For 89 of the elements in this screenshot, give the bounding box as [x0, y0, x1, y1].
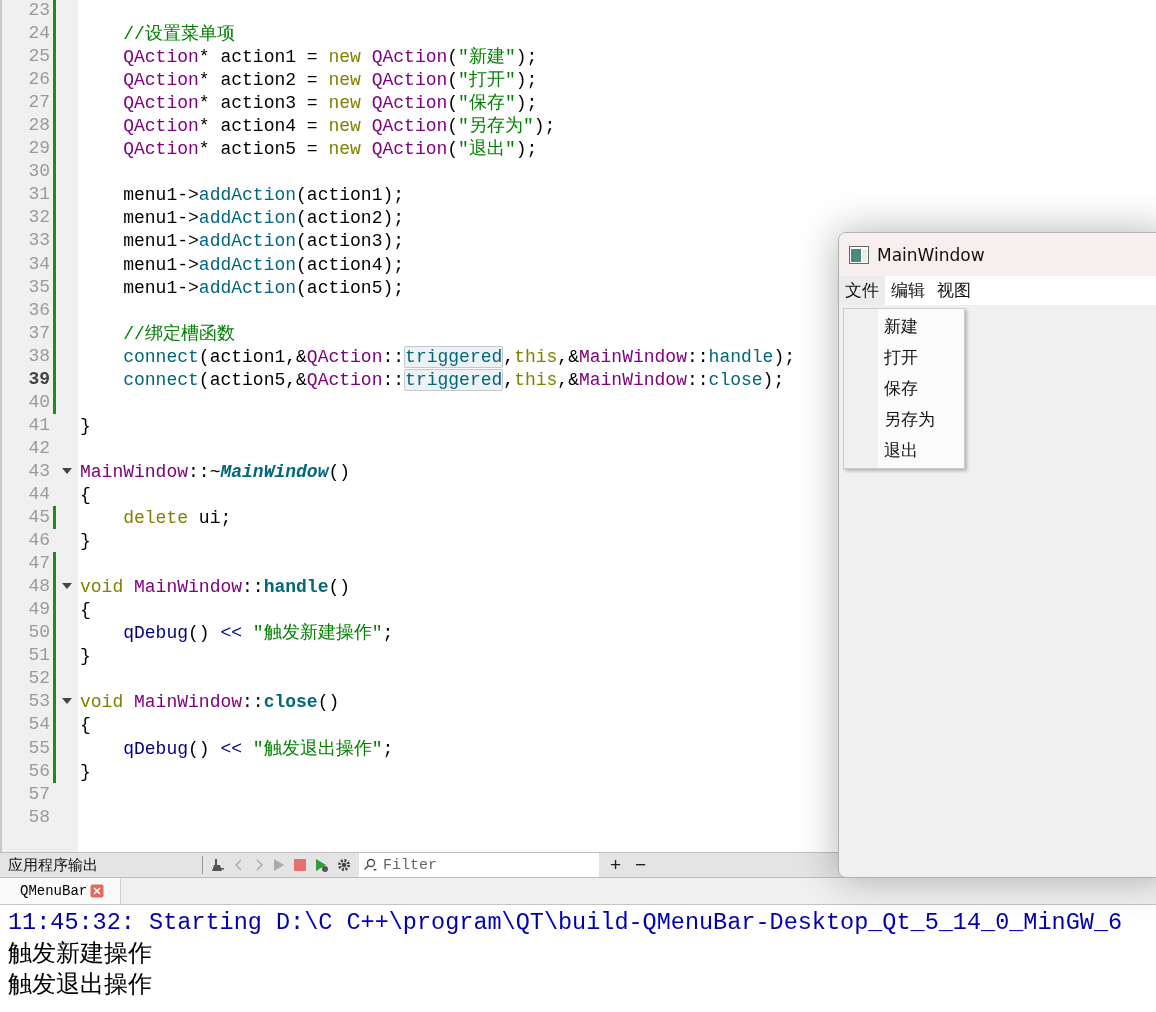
line-number: 34: [27, 252, 50, 276]
settings-icon[interactable]: [337, 858, 351, 872]
menu-bar-item[interactable]: 文件: [839, 276, 885, 305]
code-line: menu1->addAction(action5);: [122, 277, 405, 298]
line-number: 54: [27, 713, 50, 737]
remove-button[interactable]: −: [632, 854, 650, 876]
code-line: connect(action5,&QAction::triggered,this,&MainWindow::close);: [122, 368, 785, 391]
code-line: }: [80, 761, 91, 782]
line-number: 38: [27, 344, 50, 368]
line-number: 48: [27, 575, 50, 599]
code-line: QAction* action5 = new QAction("退出");: [122, 139, 538, 160]
line-number: 49: [27, 598, 50, 622]
line-number: 33: [27, 229, 50, 253]
line-number: 46: [27, 529, 50, 553]
line-number: 43: [27, 459, 50, 483]
output-line: 触发退出操作: [8, 969, 153, 1000]
code-line: QAction* action2 = new QAction("打开");: [122, 70, 538, 91]
window-icon: [849, 245, 869, 264]
add-button[interactable]: +: [607, 854, 625, 876]
line-number: 27: [27, 91, 50, 115]
code-line: {: [80, 600, 91, 621]
line-number: 52: [27, 667, 50, 691]
code-line: qDebug() << "触发退出操作";: [122, 738, 394, 759]
line-number: 25: [27, 45, 50, 69]
line-number: 37: [27, 321, 50, 345]
code-line: void MainWindow::handle(): [80, 577, 351, 598]
line-number: 53: [27, 690, 50, 714]
code-line: qDebug() << "触发新建操作";: [122, 623, 394, 644]
line-number: 31: [27, 183, 50, 207]
code-line: //绑定槽函数: [122, 323, 235, 344]
line-number: 32: [27, 206, 50, 230]
code-line: }: [80, 531, 91, 552]
output-line: 触发新建操作: [8, 938, 153, 969]
code-line: menu1->addAction(action4);: [122, 254, 405, 275]
line-number: 23: [27, 0, 50, 22]
output-line: 11:45:32: Starting D:\C C++\program\QT\build-QMenuBar-Desktop_Qt_5_14_0_MinGW_6: [8, 908, 1124, 938]
code-line: QAction* action3 = new QAction("保存");: [122, 93, 538, 114]
line-number: 42: [27, 436, 50, 460]
code-line: void MainWindow::close(): [80, 692, 340, 713]
menu-item[interactable]: 新建: [844, 311, 964, 342]
window-title: MainWindow: [877, 244, 985, 265]
broom-icon[interactable]: [211, 858, 225, 872]
line-number: 41: [27, 413, 50, 437]
line-number: 47: [27, 552, 50, 576]
line-number: 58: [27, 805, 50, 829]
line-number: 40: [27, 390, 50, 414]
fold-arrow-icon[interactable]: [62, 698, 72, 706]
line-number: 56: [27, 759, 50, 783]
code-line: //设置菜单项: [122, 24, 235, 45]
pane-title: 应用程序输出: [7, 855, 99, 875]
menu-item[interactable]: 另存为: [844, 404, 964, 435]
code-line: delete ui;: [122, 508, 232, 529]
line-number: 50: [27, 621, 50, 645]
code-line: QAction* action4 = new QAction("另存为");: [122, 116, 556, 137]
line-number: 35: [27, 275, 50, 299]
filter-field[interactable]: Filter: [359, 853, 599, 877]
line-number: 51: [27, 644, 50, 668]
line-number: 39: [27, 367, 50, 391]
code-line: menu1->addAction(action2);: [122, 208, 405, 229]
line-number: 24: [27, 22, 50, 46]
line-number: 29: [27, 137, 50, 161]
line-number: 45: [27, 506, 50, 530]
code-line: menu1->addAction(action1);: [122, 185, 405, 206]
menu-item[interactable]: 退出: [844, 435, 964, 466]
line-number: 44: [27, 483, 50, 506]
code-line: MainWindow::~MainWindow(): [80, 461, 351, 482]
code-line: }: [80, 415, 91, 436]
code-line: }: [80, 646, 91, 667]
menu-bar-item[interactable]: 编辑: [885, 276, 931, 305]
close-icon[interactable]: [90, 884, 105, 898]
menu-item[interactable]: 打开: [844, 342, 964, 373]
fold-arrow-icon[interactable]: [62, 467, 72, 475]
fold-arrow-icon[interactable]: [62, 583, 72, 591]
line-number: 57: [27, 782, 50, 806]
code-line: connect(action1,&QAction::triggered,this,&MainWindow::handle);: [122, 345, 795, 368]
line-number: 36: [27, 298, 50, 322]
line-number: 30: [27, 160, 50, 184]
code-line: {: [80, 485, 91, 505]
line-number: 26: [27, 68, 50, 92]
code-line: QAction* action1 = new QAction("新建");: [122, 47, 538, 68]
menu-bar-item[interactable]: 视图: [931, 276, 977, 305]
code-line: menu1->addAction(action3);: [122, 231, 405, 252]
menu-item[interactable]: 保存: [844, 373, 964, 404]
line-number: 28: [27, 114, 50, 138]
output-tab[interactable]: QMenuBar: [0, 878, 122, 904]
code-line: {: [80, 715, 91, 736]
debug-run-icon[interactable]: [315, 858, 329, 872]
line-number: 55: [27, 736, 50, 760]
search-icon: [363, 858, 379, 872]
